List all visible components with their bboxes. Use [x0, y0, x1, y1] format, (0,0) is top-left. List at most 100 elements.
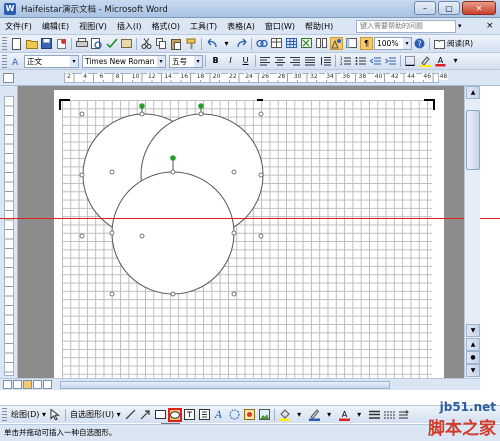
document-close-icon[interactable]: × — [486, 21, 494, 31]
font-select[interactable]: Times New Roman ▾ — [82, 54, 166, 68]
diagram-icon[interactable] — [228, 408, 241, 421]
zoom-select[interactable]: 100% ▾ — [374, 37, 412, 50]
outside-border-icon[interactable] — [404, 55, 417, 68]
scroll-up-icon[interactable]: ▲ — [466, 86, 480, 99]
document-area[interactable] — [18, 86, 464, 378]
line-tool-icon[interactable] — [124, 408, 137, 421]
toolbar-grip[interactable] — [2, 37, 7, 50]
horizontal-ruler[interactable]: 2 4 6 8 10 12 14 16 18 20 22 24 26 28 30 32 34 36 38 40 42 44… — [0, 70, 500, 86]
dash-style-icon[interactable] — [383, 408, 396, 421]
text-color-icon[interactable]: A — [338, 408, 351, 421]
research-icon[interactable] — [120, 37, 133, 50]
increase-indent-icon[interactable] — [384, 55, 397, 68]
vertical-text-box-icon[interactable] — [198, 408, 211, 421]
spelling-check-icon[interactable] — [105, 37, 118, 50]
arrow-tool-icon[interactable] — [139, 408, 152, 421]
close-button[interactable]: ✕ — [462, 1, 496, 15]
menu-format[interactable]: 格式(O) — [146, 21, 185, 32]
menu-view[interactable]: 视图(V) — [74, 21, 112, 32]
circle-shape-bottom[interactable] — [111, 171, 235, 295]
normal-view-icon[interactable] — [3, 380, 12, 389]
font-size-select[interactable]: 五号 ▾ — [169, 54, 203, 68]
font-color-icon[interactable]: A — [434, 55, 447, 68]
previous-page-icon[interactable]: ▲ — [466, 338, 480, 351]
help-icon[interactable]: ? — [413, 37, 426, 50]
toolbar-grip[interactable] — [2, 54, 7, 68]
open-folder-icon[interactable] — [25, 37, 38, 50]
undo-dropdown-icon[interactable]: ▾ — [220, 37, 233, 50]
vertical-ruler[interactable] — [0, 86, 18, 378]
document-page[interactable] — [54, 90, 444, 378]
align-center-icon[interactable] — [274, 55, 287, 68]
scroll-thumb[interactable] — [466, 110, 480, 170]
menu-insert[interactable]: 插入(I) — [112, 21, 147, 32]
text-color-dropdown-icon[interactable]: ▾ — [353, 408, 366, 421]
clip-art-icon[interactable] — [243, 408, 256, 421]
format-painter-icon[interactable] — [185, 37, 198, 50]
styles-formatting-icon[interactable]: A — [10, 55, 23, 68]
show-hide-marks-icon[interactable]: ¶ — [360, 37, 373, 50]
toolbar-options-icon[interactable]: ▾ — [449, 55, 462, 68]
reading-view-icon[interactable] — [43, 380, 52, 389]
undo-icon[interactable] — [205, 37, 218, 50]
chevron-down-icon[interactable]: ▾ — [403, 38, 411, 49]
new-document-icon[interactable] — [10, 37, 23, 50]
redo-icon[interactable] — [235, 37, 248, 50]
help-question-input[interactable]: 键入需要帮助的问题 — [356, 20, 456, 33]
oval-tool-button[interactable] — [167, 407, 182, 422]
numbering-icon[interactable]: 12 — [339, 55, 352, 68]
decrease-indent-icon[interactable] — [369, 55, 382, 68]
restore-button[interactable]: ▢ — [438, 1, 460, 15]
drawing-toggle-icon[interactable] — [330, 37, 343, 50]
line-spacing-icon[interactable] — [319, 55, 332, 68]
bold-button[interactable]: B — [209, 55, 222, 68]
copy-icon[interactable] — [155, 37, 168, 50]
insert-excel-icon[interactable] — [300, 37, 313, 50]
permission-icon[interactable] — [55, 37, 68, 50]
scroll-down-icon[interactable]: ▼ — [466, 324, 480, 337]
outline-view-icon[interactable] — [33, 380, 42, 389]
menu-tools[interactable]: 工具(T) — [185, 21, 222, 32]
web-view-icon[interactable] — [13, 380, 22, 389]
read-mode-button[interactable]: 阅读(R) — [432, 37, 475, 50]
rectangle-tool-icon[interactable] — [154, 408, 167, 421]
minimize-button[interactable]: – — [414, 1, 436, 15]
cut-icon[interactable] — [140, 37, 153, 50]
menu-edit[interactable]: 编辑(E) — [37, 21, 74, 32]
print-icon[interactable] — [75, 37, 88, 50]
save-icon[interactable] — [40, 37, 53, 50]
help-dropdown-icon[interactable]: ▾ — [458, 22, 462, 30]
horizontal-scroll-thumb[interactable] — [60, 381, 390, 389]
arrow-style-icon[interactable] — [398, 408, 411, 421]
select-browse-object-icon[interactable]: ● — [466, 351, 480, 364]
line-style-icon[interactable] — [368, 408, 381, 421]
draw-menu-button[interactable]: 绘图(D) ▾ — [9, 409, 48, 420]
chevron-down-icon[interactable]: ▾ — [194, 55, 202, 67]
print-layout-icon[interactable] — [23, 380, 32, 389]
fill-color-icon[interactable] — [278, 408, 291, 421]
align-right-icon[interactable] — [289, 55, 302, 68]
style-select[interactable]: 正文 ▾ — [24, 54, 79, 68]
next-page-icon[interactable]: ▼ — [466, 364, 480, 377]
print-preview-icon[interactable] — [90, 37, 103, 50]
highlight-icon[interactable] — [419, 55, 432, 68]
rotation-handle-right[interactable] — [198, 103, 204, 109]
underline-button[interactable]: U — [239, 55, 252, 68]
chevron-down-icon[interactable]: ▾ — [70, 55, 78, 67]
align-left-icon[interactable] — [259, 55, 272, 68]
line-color-icon[interactable] — [308, 408, 321, 421]
menu-window[interactable]: 窗口(W) — [260, 21, 300, 32]
menu-file[interactable]: 文件(F) — [0, 21, 37, 32]
tab-selector[interactable] — [3, 73, 14, 83]
vertical-scrollbar[interactable]: ▲ ▼ ▲ ● ▼ — [464, 86, 480, 378]
fill-color-dropdown-icon[interactable]: ▾ — [293, 408, 306, 421]
text-box-icon[interactable] — [183, 408, 196, 421]
insert-hyperlink-icon[interactable] — [255, 37, 268, 50]
menu-help[interactable]: 帮助(H) — [300, 21, 338, 32]
italic-button[interactable]: I — [224, 55, 237, 68]
chevron-down-icon[interactable]: ▾ — [157, 55, 165, 67]
justify-icon[interactable] — [304, 55, 317, 68]
menu-table[interactable]: 表格(A) — [222, 21, 260, 32]
bullets-icon[interactable] — [354, 55, 367, 68]
autoshapes-menu-button[interactable]: 自选图形(U) ▾ — [68, 409, 123, 420]
